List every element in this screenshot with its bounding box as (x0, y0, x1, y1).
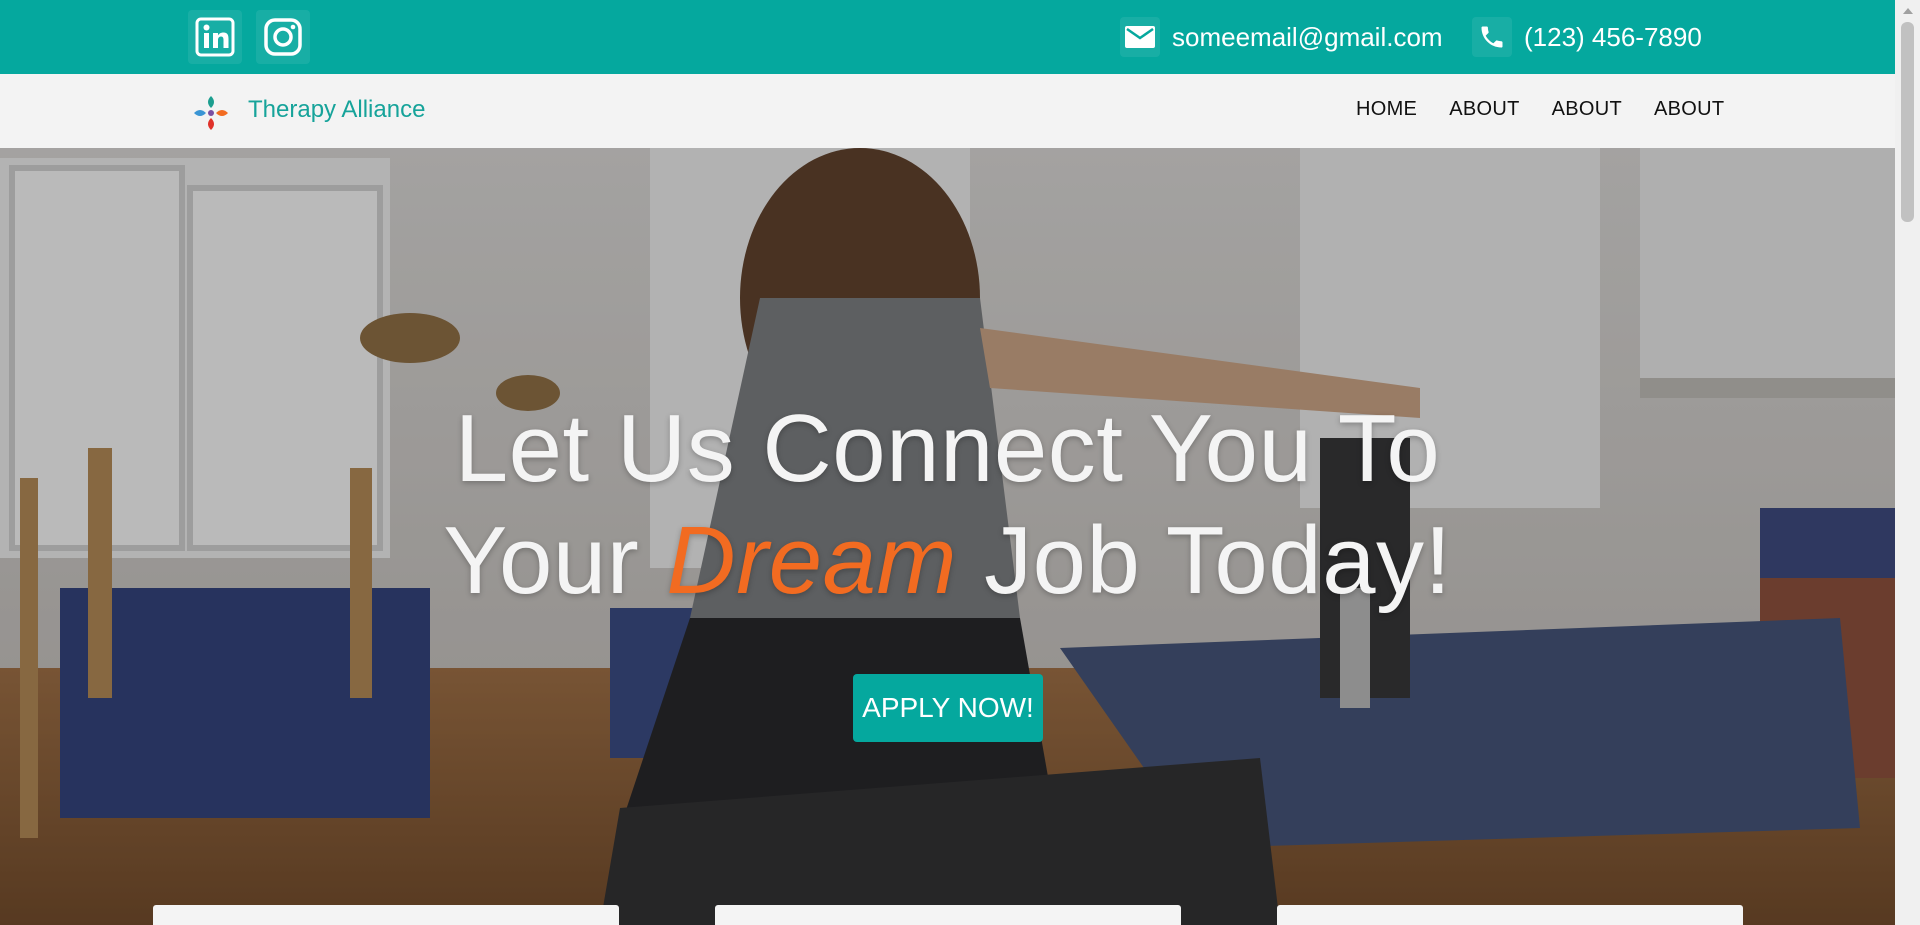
apply-now-button[interactable]: APPLY NOW! (853, 674, 1043, 742)
linkedin-link[interactable] (188, 10, 242, 64)
top-contact-bar: someemail@gmail.com (123) 456-7890 (0, 0, 1895, 74)
headline-line-1: Let Us Connect You To (454, 395, 1441, 502)
page-scrollbar[interactable] (1895, 0, 1920, 925)
main-navbar: Therapy Alliance HOME ABOUT ABOUT ABOUT (0, 74, 1895, 148)
nav-about-1[interactable]: ABOUT (1449, 98, 1519, 121)
mail-icon (1120, 17, 1160, 57)
nav-links: HOME ABOUT ABOUT ABOUT (1356, 98, 1724, 121)
phone-icon (1472, 17, 1512, 57)
instagram-icon (264, 18, 302, 56)
headline-prefix: Your (443, 507, 640, 614)
hero-headline: Let Us Connect You To Your Dream Job Tod… (0, 393, 1895, 617)
email-text: someemail@gmail.com (1172, 21, 1443, 52)
hero-section: Let Us Connect You To Your Dream Job Tod… (0, 148, 1895, 925)
feature-card-2 (715, 905, 1181, 925)
email-contact[interactable]: someemail@gmail.com (1120, 14, 1443, 60)
linkedin-icon (195, 17, 235, 57)
brand-name[interactable]: Therapy Alliance (248, 96, 425, 124)
scroll-up-icon[interactable] (1903, 8, 1913, 14)
nav-about-2[interactable]: ABOUT (1552, 98, 1622, 121)
feature-card-3 (1277, 905, 1743, 925)
phone-contact[interactable]: (123) 456-7890 (1472, 14, 1702, 60)
instagram-link[interactable] (256, 10, 310, 64)
logo-icon[interactable] (190, 92, 232, 134)
phone-text: (123) 456-7890 (1524, 21, 1702, 52)
feature-card-1 (153, 905, 619, 925)
headline-accent: Dream (666, 507, 957, 614)
page: someemail@gmail.com (123) 456-7890 Thera… (0, 0, 1920, 925)
nav-about-3[interactable]: ABOUT (1654, 98, 1724, 121)
headline-suffix: Job Today! (984, 507, 1452, 614)
nav-home[interactable]: HOME (1356, 98, 1417, 121)
scroll-thumb[interactable] (1901, 22, 1914, 222)
headline-line-2: Your Dream Job Today! (0, 505, 1895, 617)
